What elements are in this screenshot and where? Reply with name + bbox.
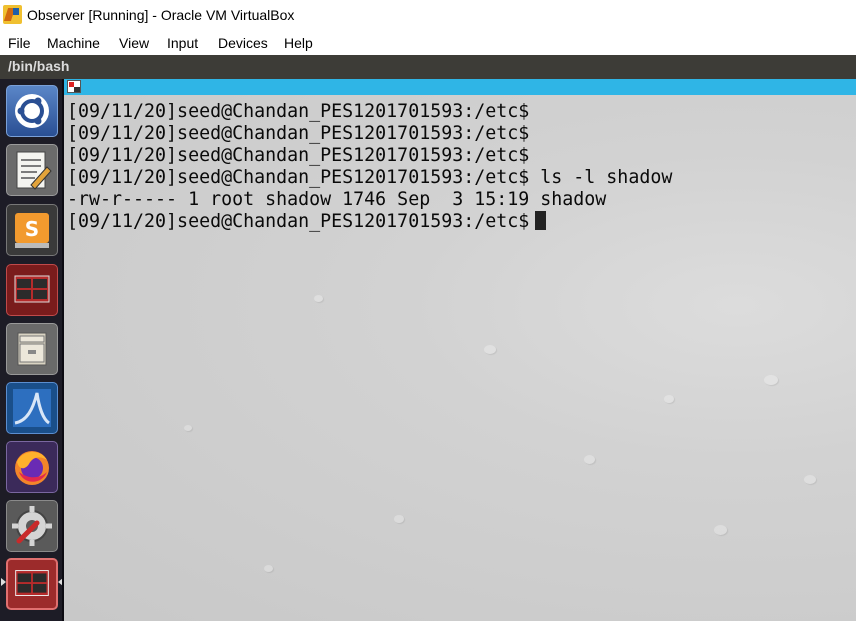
running-indicator-icon	[1, 578, 6, 586]
text-editor-icon[interactable]	[6, 144, 58, 196]
window-titlebar: Observer [Running] - Oracle VM VirtualBo…	[0, 0, 856, 30]
menu-file[interactable]: File	[8, 35, 31, 51]
terminal-line: [09/11/20]seed@Chandan_PES1201701593:/et…	[67, 167, 673, 188]
wallpaper-drop	[714, 525, 727, 535]
menu-help[interactable]: Help	[284, 35, 313, 51]
file-manager-icon[interactable]	[6, 323, 58, 375]
terminal-prompt-line: [09/11/20]seed@Chandan_PES1201701593:/et…	[67, 211, 672, 233]
ubuntu-logo-icon	[15, 94, 49, 128]
system-settings-icon[interactable]	[6, 500, 58, 552]
shark-fin-icon	[13, 389, 51, 427]
terminal-line: [09/11/20]seed@Chandan_PES1201701593:/et…	[67, 145, 530, 166]
file-cabinet-icon	[17, 332, 47, 366]
menu-view[interactable]: View	[119, 35, 149, 51]
sublime-logo-icon: S	[15, 213, 49, 248]
terminal-tabbar	[64, 79, 856, 95]
terminal-line: [09/11/20]seed@Chandan_PES1201701593:/et…	[67, 101, 530, 122]
terminal-glyph-icon	[14, 275, 50, 303]
wallpaper-drop	[314, 295, 323, 302]
firefox-icon[interactable]	[6, 441, 58, 493]
terminal-prompt: [09/11/20]seed@Chandan_PES1201701593:/et…	[67, 211, 530, 232]
terminal-output: [09/11/20]seed@Chandan_PES1201701593:/et…	[67, 101, 672, 233]
wallpaper-drop	[764, 375, 778, 385]
terminal-active-icon[interactable]	[6, 558, 58, 610]
svg-text:S: S	[25, 217, 39, 241]
menu-machine[interactable]: Machine	[47, 35, 100, 51]
virtualbox-icon	[3, 5, 22, 24]
wallpaper-drop	[184, 425, 192, 431]
guest-window-title: /bin/bash	[8, 58, 70, 74]
wallpaper-drop	[664, 395, 674, 403]
notepad-icon	[16, 151, 52, 190]
wallpaper-drop	[264, 565, 273, 572]
terminal-icon[interactable]	[6, 264, 58, 316]
launcher: S	[0, 79, 64, 621]
wallpaper-drop	[584, 455, 595, 464]
wallpaper-drop	[394, 515, 404, 523]
terminal-glyph-icon	[15, 570, 49, 596]
wallpaper-drop	[804, 475, 816, 484]
menu-input[interactable]: Input	[167, 35, 198, 51]
guest-titlebar: /bin/bash	[0, 55, 856, 79]
text-cursor	[535, 211, 547, 230]
menu-devices[interactable]: Devices	[218, 35, 268, 51]
terminal-window[interactable]: [09/11/20]seed@Chandan_PES1201701593:/et…	[64, 95, 856, 621]
firefox-logo-icon	[15, 451, 49, 485]
menu-bar: File Machine View Input Devices Help	[0, 31, 856, 55]
wallpaper-drop	[484, 345, 496, 354]
window-title: Observer [Running] - Oracle VM VirtualBo…	[27, 7, 295, 23]
terminal-menu-icon[interactable]	[67, 80, 81, 93]
terminal-line: -rw-r----- 1 root shadow 1746 Sep 3 15:1…	[67, 189, 607, 210]
gear-wrench-icon	[12, 506, 52, 546]
terminal-line: [09/11/20]seed@Chandan_PES1201701593:/et…	[67, 123, 530, 144]
sublime-text-icon[interactable]: S	[6, 204, 58, 256]
focused-indicator-icon	[58, 578, 63, 586]
wireshark-icon[interactable]	[6, 382, 58, 434]
ubuntu-dash-icon[interactable]	[6, 85, 58, 137]
